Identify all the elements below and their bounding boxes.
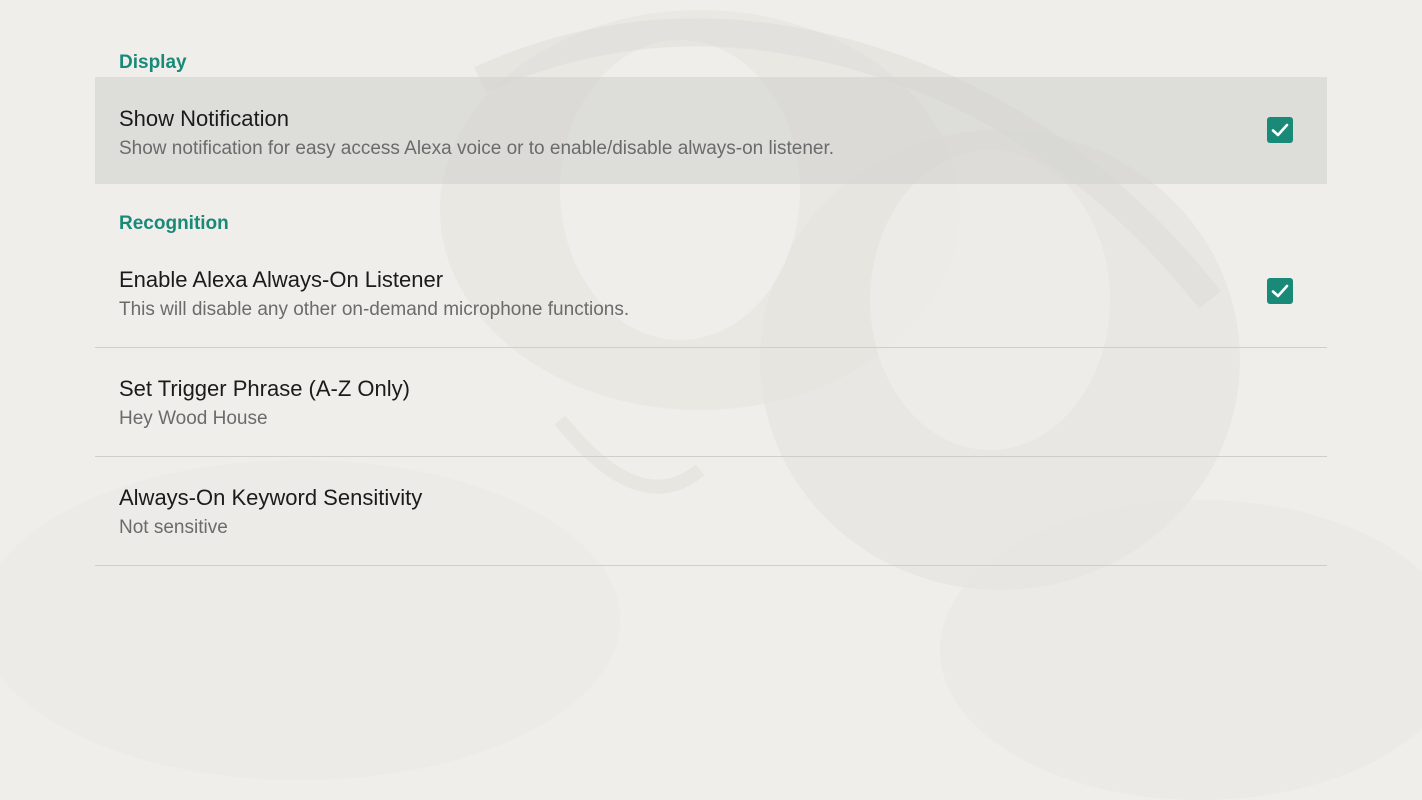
check-icon	[1271, 284, 1289, 298]
pref-title: Enable Alexa Always-On Listener	[119, 267, 444, 292]
pref-set-trigger-phrase[interactable]: Set Trigger Phrase (A-Z Only) Hey Wood H…	[95, 348, 1327, 457]
pref-title: Set Trigger Phrase (A-Z Only)	[119, 376, 410, 401]
pref-title: Show Notification	[119, 106, 289, 131]
category-header-display: Display	[119, 52, 187, 73]
pref-enable-always-on-listener[interactable]: Enable Alexa Always-On Listener This wil…	[95, 238, 1327, 348]
settings-list: Display Show Notification Show notificat…	[95, 0, 1327, 566]
pref-summary: This will disable any other on-demand mi…	[119, 299, 630, 320]
always-on-listener-checkbox[interactable]	[1267, 278, 1293, 304]
pref-summary: Not sensitive	[119, 517, 228, 538]
pref-summary: Hey Wood House	[119, 408, 268, 429]
show-notification-checkbox[interactable]	[1267, 117, 1293, 143]
check-icon	[1271, 123, 1289, 137]
pref-summary: Show notification for easy access Alexa …	[119, 138, 835, 159]
pref-show-notification[interactable]: Show Notification Show notification for …	[95, 77, 1327, 184]
pref-keyword-sensitivity[interactable]: Always-On Keyword Sensitivity Not sensit…	[95, 457, 1327, 566]
pref-title: Always-On Keyword Sensitivity	[119, 485, 423, 510]
category-header-recognition: Recognition	[119, 213, 229, 234]
